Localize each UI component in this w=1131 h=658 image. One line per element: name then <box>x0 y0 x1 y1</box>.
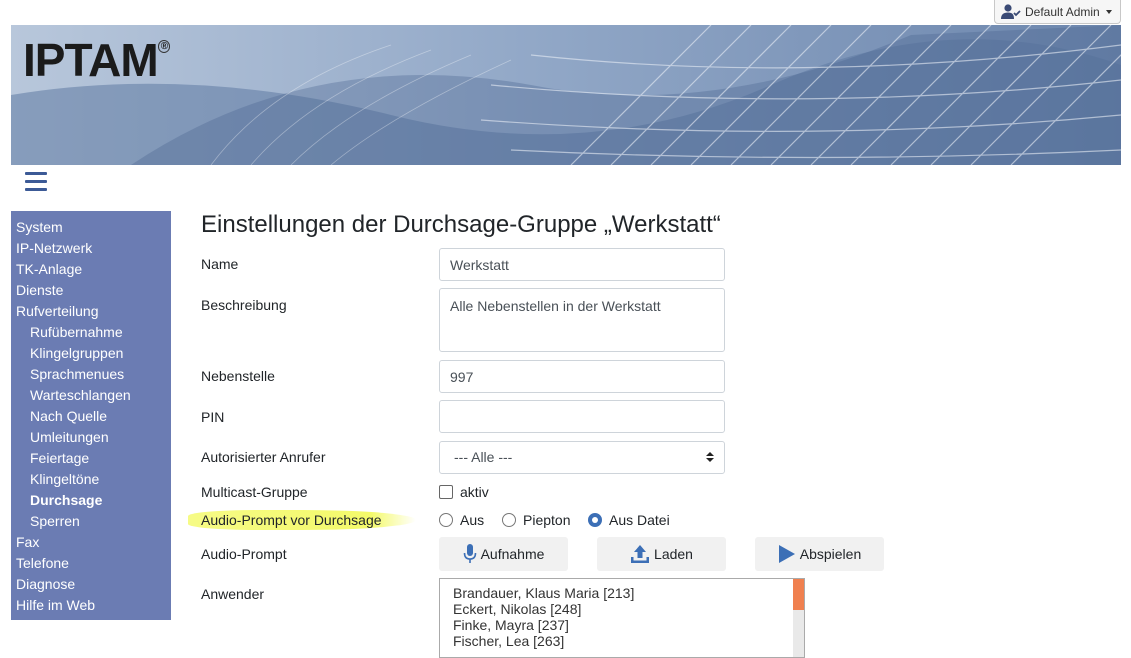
authorized-caller-select[interactable]: --- Alle --- <box>439 441 725 474</box>
sidebar-item-feiertage[interactable]: Feiertage <box>11 448 171 469</box>
record-button[interactable]: Aufnahme <box>439 537 568 571</box>
record-button-label: Aufnahme <box>480 546 545 562</box>
prompt-radio-aus[interactable] <box>439 513 453 527</box>
sidebar-nav: System IP-Netzwerk TK-Anlage Dienste Ruf… <box>11 211 171 620</box>
user-name: Default Admin <box>1025 4 1100 19</box>
listbox-scrollbar[interactable] <box>793 579 804 657</box>
banner-architecture-image <box>11 25 1121 165</box>
play-button-label: Abspielen <box>799 546 862 562</box>
authorized-caller-value: --- Alle --- <box>454 449 513 465</box>
pin-label: PIN <box>201 409 225 425</box>
sidebar-item-diagnose[interactable]: Diagnose <box>11 574 171 595</box>
page-title: Einstellungen der Durchsage-Gruppe „Werk… <box>201 211 721 238</box>
name-input[interactable] <box>439 248 725 281</box>
load-button[interactable]: Laden <box>597 537 726 571</box>
sidebar-item-rufuebernahme[interactable]: Rufübernahme <box>11 322 171 343</box>
sidebar-item-warteschlangen[interactable]: Warteschlangen <box>11 385 171 406</box>
microphone-icon <box>463 544 476 563</box>
load-button-label: Laden <box>654 546 693 562</box>
play-button[interactable]: Abspielen <box>755 537 884 571</box>
sidebar-item-sperren[interactable]: Sperren <box>11 511 171 532</box>
users-listbox[interactable]: Brandauer, Klaus Maria [213] Eckert, Nik… <box>439 578 805 658</box>
menu-toggle-icon[interactable] <box>25 172 47 192</box>
sidebar-item-rufverteilung[interactable]: Rufverteilung <box>11 301 171 322</box>
sidebar-item-umleitungen[interactable]: Umleitungen <box>11 427 171 448</box>
chevron-down-icon <box>1105 9 1112 14</box>
user-cog-icon <box>1001 3 1021 19</box>
authorized-caller-label: Autorisierter Anrufer <box>201 449 326 465</box>
extension-input[interactable] <box>439 360 725 393</box>
prompt-radio-aus-datei-label: Aus Datei <box>609 512 670 528</box>
prompt-radio-piepton[interactable] <box>502 513 516 527</box>
pin-input[interactable] <box>439 400 725 433</box>
prompt-radio-aus-label: Aus <box>460 512 485 528</box>
scrollbar-thumb[interactable] <box>793 579 804 610</box>
sidebar-item-hilfe[interactable]: Hilfe im Web <box>11 595 171 616</box>
sidebar-item-sprachmenues[interactable]: Sprachmenues <box>11 364 171 385</box>
audio-prompt-label: Audio-Prompt <box>201 546 287 562</box>
user-menu-button[interactable]: Default Admin <box>994 0 1121 24</box>
multicast-label: Multicast-Gruppe <box>201 484 308 500</box>
list-item[interactable]: Fischer, Lea [263] <box>440 633 804 649</box>
sidebar-item-telefone[interactable]: Telefone <box>11 553 171 574</box>
sidebar-item-klingeltoene[interactable]: Klingeltöne <box>11 469 171 490</box>
header-banner: IPTAM ® <box>11 25 1121 165</box>
list-item[interactable]: Brandauer, Klaus Maria [213] <box>440 585 804 601</box>
sidebar-item-durchsage[interactable]: Durchsage <box>11 490 171 511</box>
list-item[interactable]: Finke, Mayra [237] <box>440 617 804 633</box>
play-icon <box>778 545 795 563</box>
prompt-before-label: Audio-Prompt vor Durchsage <box>188 510 416 530</box>
description-textarea[interactable]: Alle Nebenstellen in der Werkstatt <box>439 288 725 352</box>
sidebar-item-system[interactable]: System <box>11 217 171 238</box>
description-label: Beschreibung <box>201 297 287 313</box>
list-item[interactable]: Eckert, Nikolas [248] <box>440 601 804 617</box>
sidebar-item-dienste[interactable]: Dienste <box>11 280 171 301</box>
sidebar-item-ip-netzwerk[interactable]: IP-Netzwerk <box>11 238 171 259</box>
select-arrows-icon <box>706 452 714 462</box>
sidebar-item-tk-anlage[interactable]: TK-Anlage <box>11 259 171 280</box>
extension-label: Nebenstelle <box>201 368 275 384</box>
prompt-radio-piepton-label: Piepton <box>523 512 571 528</box>
sidebar-item-nach-quelle[interactable]: Nach Quelle <box>11 406 171 427</box>
prompt-radio-aus-datei[interactable] <box>588 513 602 527</box>
iptam-logo: IPTAM ® <box>23 33 171 87</box>
name-label: Name <box>201 256 239 272</box>
multicast-checkbox-label: aktiv <box>460 484 489 500</box>
multicast-checkbox[interactable] <box>439 485 453 499</box>
users-label: Anwender <box>201 586 265 602</box>
sidebar-item-fax[interactable]: Fax <box>11 532 171 553</box>
upload-icon <box>631 545 650 563</box>
sidebar-item-klingelgruppen[interactable]: Klingelgruppen <box>11 343 171 364</box>
